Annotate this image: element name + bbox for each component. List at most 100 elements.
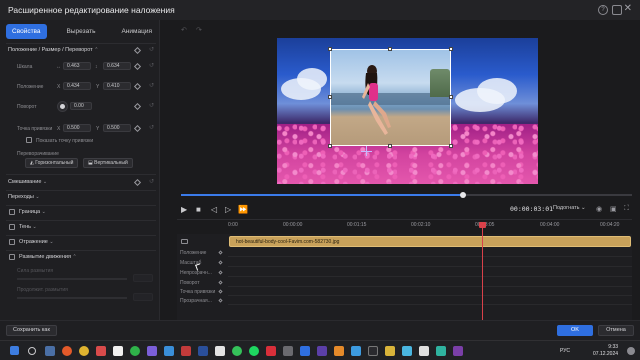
windows-start-icon[interactable] <box>10 346 19 355</box>
chrome-icon[interactable] <box>79 346 89 356</box>
section-blending[interactable]: Смешивание ⌄ <box>8 179 47 185</box>
motion-blur-checkbox[interactable] <box>9 254 15 260</box>
play-icon[interactable]: ▶ <box>181 205 187 214</box>
tab-properties[interactable]: Свойства <box>6 23 47 39</box>
section-border[interactable]: Граница ⌄ <box>19 209 46 215</box>
anchor-x-input[interactable]: 0.500 <box>63 124 91 132</box>
anchor-y-input[interactable]: 0.500 <box>103 124 131 132</box>
position-x-input[interactable]: 0.434 <box>63 82 91 90</box>
rotation-dial[interactable] <box>57 101 68 112</box>
redo-icon[interactable]: ↷ <box>196 26 202 34</box>
resize-handle-br[interactable] <box>449 144 453 148</box>
section-transitions[interactable]: Переходы ⌄ <box>8 194 40 200</box>
app-icon[interactable] <box>351 346 361 356</box>
resize-handle-r[interactable] <box>449 95 453 99</box>
language-indicator[interactable]: РУС <box>560 348 570 354</box>
resize-handle-b[interactable] <box>388 144 392 148</box>
fit-label: Подогнать <box>553 205 580 211</box>
resize-handle-tr[interactable] <box>449 47 453 51</box>
scale-reset-icon[interactable]: ↺ <box>149 62 154 69</box>
resize-handle-tl[interactable] <box>328 47 332 51</box>
app-icon[interactable] <box>436 346 446 356</box>
notification-icon[interactable] <box>627 347 635 355</box>
shadow-checkbox[interactable] <box>9 224 15 230</box>
photoshop-icon[interactable] <box>198 346 208 356</box>
app-icon[interactable] <box>215 346 225 356</box>
anchor-reset-icon[interactable]: ↺ <box>149 124 154 131</box>
close-icon[interactable]: ✕ <box>624 3 632 14</box>
playback-knob[interactable] <box>459 192 466 198</box>
whatsapp-icon[interactable] <box>232 346 242 356</box>
app-icon[interactable] <box>96 346 106 356</box>
timeline-ruler[interactable]: 0:00 00:00:00 00:01:15 00:02:10 00:03:05… <box>228 222 632 232</box>
app-icon[interactable] <box>181 346 191 356</box>
position-y-input[interactable]: 0.410 <box>103 82 131 90</box>
blur-strength-slider[interactable] <box>17 278 127 280</box>
app-icon[interactable] <box>317 346 327 356</box>
reset-icon[interactable]: ↺ <box>149 46 154 53</box>
anchor-crosshair-icon[interactable] <box>361 151 372 152</box>
scale-x-input[interactable]: 0.463 <box>63 62 91 70</box>
reflection-checkbox[interactable] <box>9 239 15 245</box>
resize-handle-t[interactable] <box>388 47 392 51</box>
cancel-button[interactable]: Отмена <box>598 325 634 336</box>
help-icon[interactable]: ? <box>598 5 608 15</box>
app-icon[interactable] <box>385 346 395 356</box>
app-icon[interactable] <box>283 346 293 356</box>
blending-reset-icon[interactable]: ↺ <box>149 178 154 185</box>
search-icon[interactable] <box>28 347 36 355</box>
save-as-button[interactable]: Сохранить как <box>6 325 57 336</box>
section-position-size[interactable]: Положение / Размер / Переворот ⌃ <box>8 47 98 53</box>
scale-y-input[interactable]: 0.634 <box>103 62 131 70</box>
spotify-icon[interactable] <box>249 346 259 356</box>
eye-icon[interactable]: ◉ <box>596 205 602 213</box>
rotation-reset-icon[interactable]: ↺ <box>149 102 154 109</box>
blur-length-input[interactable] <box>133 293 153 301</box>
app-icon[interactable] <box>113 346 123 356</box>
clock-date: 07.12.2024 <box>593 351 619 357</box>
ok-button[interactable]: OK <box>557 325 593 336</box>
timeline-clip[interactable]: hot-beautiful-body-cool-Favim.com-582730… <box>229 236 631 247</box>
overlay-bounding-box[interactable] <box>330 49 451 146</box>
app-icon[interactable] <box>402 346 412 356</box>
flip-horizontal-button[interactable]: ◭ Горизонтальный <box>25 158 79 168</box>
next-frame-icon[interactable]: ▷ <box>225 205 231 214</box>
app-icon[interactable] <box>164 346 174 356</box>
blur-strength-input[interactable] <box>133 274 153 282</box>
kf-row-line <box>228 276 632 277</box>
blur-length-slider[interactable] <box>17 297 127 299</box>
clock[interactable]: 9:33 07.12.2024 <box>593 344 618 358</box>
fullscreen-icon[interactable]: ⛶ <box>624 205 629 213</box>
flip-vertical-button[interactable]: ⬓ Вертикальный <box>83 158 133 168</box>
app-icon[interactable] <box>368 346 378 356</box>
playback-progress[interactable] <box>181 194 632 196</box>
app-icon[interactable] <box>453 346 463 356</box>
stop-icon[interactable]: ■ <box>196 205 201 214</box>
taskview-icon[interactable] <box>45 346 55 356</box>
section-shadow[interactable]: Тень ⌄ <box>19 224 37 230</box>
playhead[interactable] <box>481 224 483 320</box>
app-icon[interactable] <box>130 346 140 356</box>
border-checkbox[interactable] <box>9 209 15 215</box>
browser-icon[interactable] <box>62 346 72 356</box>
app-icon[interactable] <box>266 346 276 356</box>
resize-handle-bl[interactable] <box>328 144 332 148</box>
app-icon[interactable] <box>300 346 310 356</box>
position-reset-icon[interactable]: ↺ <box>149 82 154 89</box>
app-icon[interactable] <box>334 346 344 356</box>
resize-handle-l[interactable] <box>328 95 332 99</box>
show-anchor-checkbox[interactable] <box>26 137 32 143</box>
maximize-icon[interactable] <box>612 5 622 15</box>
fast-forward-icon[interactable]: ⏩ <box>238 205 248 214</box>
snapshot-icon[interactable]: ▣ <box>610 205 617 213</box>
app-icon[interactable] <box>147 346 157 356</box>
app-icon[interactable] <box>419 346 429 356</box>
rotation-input[interactable]: 0.00 <box>70 102 92 110</box>
prev-frame-icon[interactable]: ◁ <box>211 205 217 214</box>
tab-animation[interactable]: Анимация <box>115 24 158 39</box>
section-motion-blur[interactable]: Размытие движения ⌃ <box>19 254 77 260</box>
fit-dropdown[interactable]: Подогнать ⌄ <box>553 205 586 211</box>
tab-cut[interactable]: Вырезать <box>61 24 102 39</box>
undo-icon[interactable]: ↶ <box>181 26 187 34</box>
section-reflection[interactable]: Отражение ⌄ <box>19 239 54 245</box>
